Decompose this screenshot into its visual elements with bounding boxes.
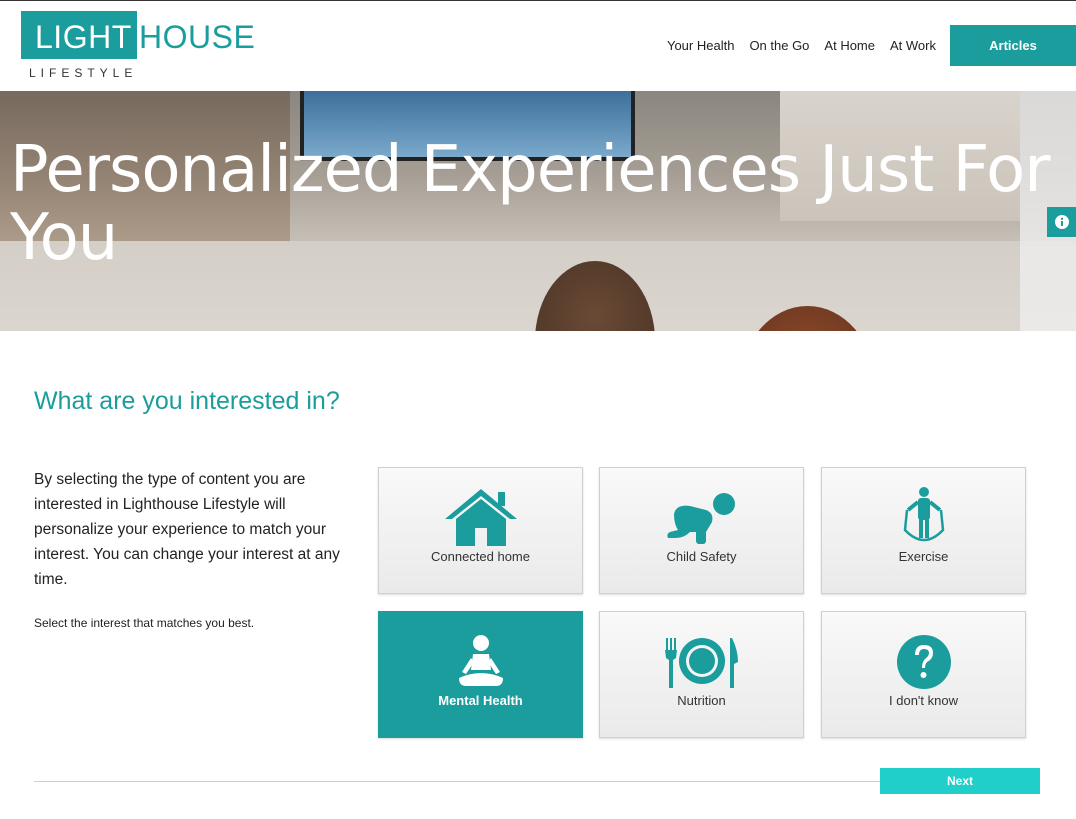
main-nav: Your Health On the Go At Home At Work — [667, 38, 936, 53]
tile-label: Child Safety — [666, 549, 737, 564]
logo-subtitle: LIFESTYLE — [29, 66, 138, 80]
hero-title: Personalized Experiences Just For You — [10, 133, 1051, 275]
articles-button[interactable]: Articles — [950, 25, 1076, 66]
plate-cutlery-icon — [664, 638, 738, 688]
logo-text-light: LIGHT — [35, 19, 132, 55]
meditation-icon — [458, 635, 503, 686]
question-icon — [896, 635, 951, 689]
info-icon[interactable] — [1047, 207, 1076, 237]
interest-tile-child-safety[interactable]: Child Safety — [599, 467, 804, 594]
nav-your-health[interactable]: Your Health — [667, 38, 734, 53]
lighthouse-logo[interactable]: LIGHT HOUSE LIFESTYLE — [21, 11, 261, 83]
tile-label: Nutrition — [677, 693, 726, 708]
nav-on-the-go[interactable]: On the Go — [749, 38, 809, 53]
jump-rope-icon — [903, 487, 944, 542]
interest-tile-dont-know[interactable]: I don't know — [821, 611, 1026, 738]
crawling-baby-icon — [666, 493, 735, 544]
hint-text: Select the interest that matches you bes… — [34, 616, 255, 630]
interest-tile-nutrition[interactable]: Nutrition — [599, 611, 804, 738]
tile-label: Exercise — [898, 549, 949, 564]
page: LIGHT HOUSE LIFESTYLE Your Health On the… — [0, 0, 1076, 819]
interest-heading: What are you interested in? — [34, 387, 340, 415]
tile-label: Connected home — [430, 549, 530, 564]
interest-tile-exercise[interactable]: Exercise — [821, 467, 1026, 594]
intro-text: By selecting the type of content you are… — [34, 471, 340, 588]
logo-text-house: HOUSE — [139, 19, 256, 55]
nav-at-home[interactable]: At Home — [824, 38, 875, 53]
site-header: LIGHT HOUSE LIFESTYLE Your Health On the… — [0, 1, 1076, 90]
footer-divider — [34, 781, 880, 782]
next-button[interactable]: Next — [880, 768, 1040, 794]
interest-tile-mental-health[interactable]: Mental Health — [378, 611, 583, 738]
nav-at-work[interactable]: At Work — [890, 38, 936, 53]
tile-label: Mental Health — [438, 693, 523, 708]
interest-tile-connected-home[interactable]: Connected home — [378, 467, 583, 594]
house-icon — [444, 489, 517, 546]
tile-label: I don't know — [889, 693, 958, 708]
info-circle-icon — [1054, 215, 1069, 229]
